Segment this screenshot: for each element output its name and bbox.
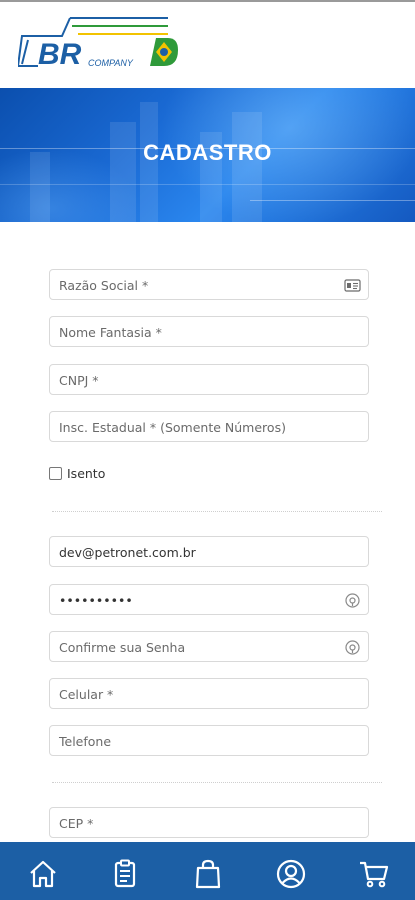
eye-icon[interactable] xyxy=(344,592,361,609)
cnpj-placeholder: CNPJ * xyxy=(59,373,99,388)
shopping-bag-icon xyxy=(195,859,221,889)
insc-estadual-field[interactable]: Insc. Estadual * (Somente Números) xyxy=(49,411,369,442)
isento-checkbox[interactable] xyxy=(49,467,62,480)
cnpj-field[interactable]: CNPJ * xyxy=(49,364,369,395)
password-value: •••••••••• xyxy=(59,593,133,608)
isento-label: Isento xyxy=(67,466,106,481)
razao-social-field[interactable]: Razão Social * xyxy=(49,269,369,300)
svg-text:COMPANY: COMPANY xyxy=(88,58,134,68)
confirm-password-field[interactable]: Confirme sua Senha xyxy=(49,631,369,662)
nome-fantasia-placeholder: Nome Fantasia * xyxy=(59,325,162,340)
nav-orders[interactable] xyxy=(109,858,141,890)
confirm-password-placeholder: Confirme sua Senha xyxy=(59,640,186,655)
nome-fantasia-field[interactable]: Nome Fantasia * xyxy=(49,316,369,347)
user-icon xyxy=(276,859,306,889)
id-card-icon xyxy=(344,279,361,292)
cep-field[interactable]: CEP * xyxy=(49,807,369,838)
section-divider xyxy=(52,782,382,783)
cadastro-banner: CADASTRO xyxy=(0,88,415,222)
bottom-navigation xyxy=(0,842,415,900)
home-icon xyxy=(30,860,56,888)
cart-icon xyxy=(360,861,389,888)
insc-estadual-placeholder: Insc. Estadual * (Somente Números) xyxy=(59,420,286,435)
app-header: BR COMPANY xyxy=(0,2,415,88)
svg-text:BR: BR xyxy=(38,38,82,71)
email-value: dev@petronet.com.br xyxy=(59,545,196,560)
celular-placeholder: Celular * xyxy=(59,687,114,702)
nav-profile[interactable] xyxy=(275,858,307,890)
telefone-field[interactable]: Telefone xyxy=(49,725,369,756)
password-field[interactable]: •••••••••• xyxy=(49,584,369,615)
section-divider xyxy=(52,511,382,512)
nav-home[interactable] xyxy=(27,858,59,890)
clipboard-icon xyxy=(114,859,136,888)
telefone-placeholder: Telefone xyxy=(59,734,112,749)
nav-cart[interactable] xyxy=(358,858,390,890)
eye-icon[interactable] xyxy=(344,639,361,656)
page-title: CADASTRO xyxy=(143,140,272,165)
nav-shop[interactable] xyxy=(192,858,224,890)
cep-placeholder: CEP * xyxy=(59,816,94,831)
razao-social-placeholder: Razão Social * xyxy=(59,278,149,293)
br-company-logo[interactable]: BR COMPANY xyxy=(18,14,180,72)
celular-field[interactable]: Celular * xyxy=(49,678,369,709)
email-field[interactable]: dev@petronet.com.br xyxy=(49,536,369,567)
